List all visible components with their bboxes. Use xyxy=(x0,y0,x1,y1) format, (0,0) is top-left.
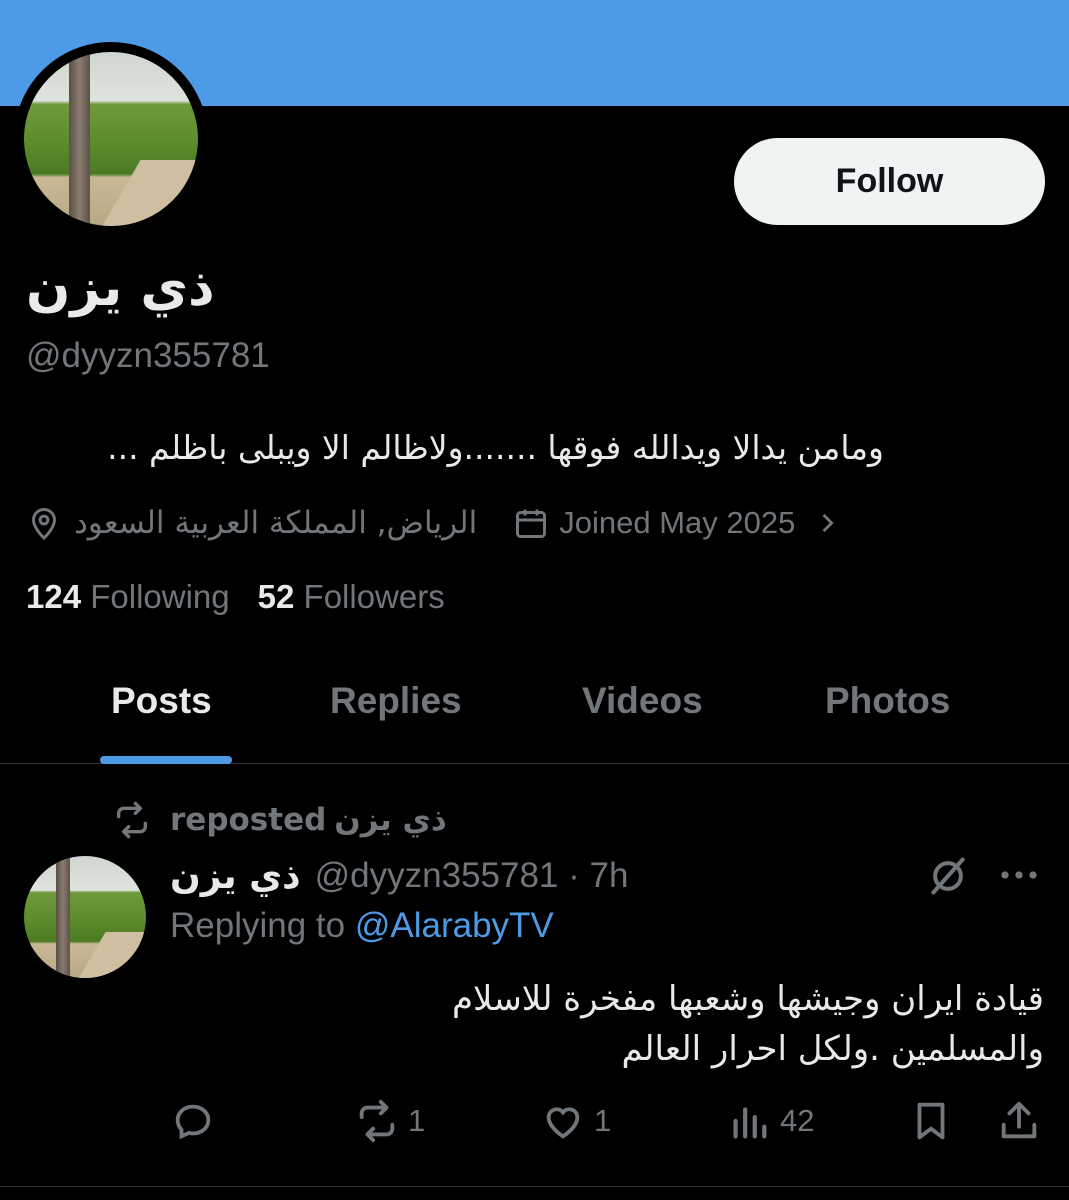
like-button[interactable]: 1 xyxy=(540,1098,611,1144)
profile-handle: @dyyzn355781 xyxy=(26,336,270,375)
share-icon xyxy=(1001,1101,1037,1139)
retweet-icon xyxy=(359,1099,395,1143)
profile-avatar[interactable] xyxy=(14,42,208,236)
tab-videos[interactable]: Videos xyxy=(582,680,703,722)
tweet-text-line: قيادة ايران وجيشها وشعبها مفخرة للاسلام xyxy=(451,979,1044,1019)
tweet-author-handle-time[interactable]: @dyyzn355781 · 7h xyxy=(315,856,629,896)
calendar-icon xyxy=(516,509,547,538)
followers-label: Followers xyxy=(303,578,445,615)
followers-count: 52 xyxy=(257,578,295,615)
profile-tabs: Posts Replies Videos Photos xyxy=(0,660,1069,764)
repost-who: ذي يزن xyxy=(334,802,447,838)
profile-stats: 124 Following 52 Followers xyxy=(26,578,445,616)
more-icon[interactable] xyxy=(998,858,1040,892)
repost-label: reposted xyxy=(170,802,327,838)
profile-bio: ومامن يدالا ويدالله فوقها .......ولاظالم… xyxy=(107,428,884,467)
avatar-photo xyxy=(24,52,198,226)
views-icon xyxy=(733,1107,767,1139)
like-count: 1 xyxy=(594,1103,612,1138)
profile-meta: الرياض, المملكة العربية السعود Joined Ma… xyxy=(26,500,841,546)
profile-joined: Joined May 2025 xyxy=(559,505,796,540)
like-icon xyxy=(546,1107,580,1139)
replying-handle-link[interactable]: @AlarabyTV xyxy=(355,906,554,945)
following-link[interactable]: 124 Following xyxy=(26,578,230,616)
reply-button[interactable] xyxy=(170,1098,216,1144)
followers-link[interactable]: 52 Followers xyxy=(258,578,445,616)
follow-button[interactable]: Follow xyxy=(734,138,1045,225)
bookmark-icon xyxy=(917,1102,945,1140)
tweet-text: قيادة ايران وجيشها وشعبها مفخرة للاسلام … xyxy=(170,974,1044,1074)
following-count: 124 xyxy=(26,578,82,615)
following-label: Following xyxy=(90,578,230,615)
divider xyxy=(0,1186,1069,1187)
share-button[interactable] xyxy=(996,1098,1042,1144)
repost-icon xyxy=(117,801,147,839)
tab-posts[interactable]: Posts xyxy=(111,680,212,722)
grok-icon[interactable] xyxy=(926,854,970,898)
bookmark-button[interactable] xyxy=(908,1098,954,1144)
tweet-avatar[interactable] xyxy=(24,856,146,978)
tweet-header: ذي يزن @dyyzn355781 · 7h xyxy=(170,852,628,900)
tweet-author-name[interactable]: ذي يزن xyxy=(170,856,301,897)
retweet-button[interactable]: 1 xyxy=(354,1098,425,1144)
profile-location: الرياض, المملكة العربية السعود xyxy=(74,505,478,541)
tweet-avatar-photo xyxy=(24,856,146,978)
tab-replies[interactable]: Replies xyxy=(330,680,462,722)
profile-display-name: ذي يزن xyxy=(26,258,215,318)
views-button[interactable]: 42 xyxy=(726,1098,814,1144)
retweet-count: 1 xyxy=(408,1103,426,1138)
tab-photos[interactable]: Photos xyxy=(825,680,950,722)
tweet-actions: 1 1 42 xyxy=(0,1098,1069,1154)
location-icon xyxy=(31,508,57,541)
chevron-right-icon[interactable] xyxy=(813,509,841,537)
replying-prefix: Replying to xyxy=(170,906,346,945)
active-tab-indicator xyxy=(100,756,232,764)
tweet-text-line: والمسلمين .ولكل احرار العالم xyxy=(621,1029,1044,1069)
repost-context[interactable]: reposted ذي يزن xyxy=(112,798,447,842)
replying-to: Replying to @AlarabyTV xyxy=(170,906,554,946)
views-count: 42 xyxy=(780,1103,815,1138)
reply-icon xyxy=(175,1104,211,1140)
